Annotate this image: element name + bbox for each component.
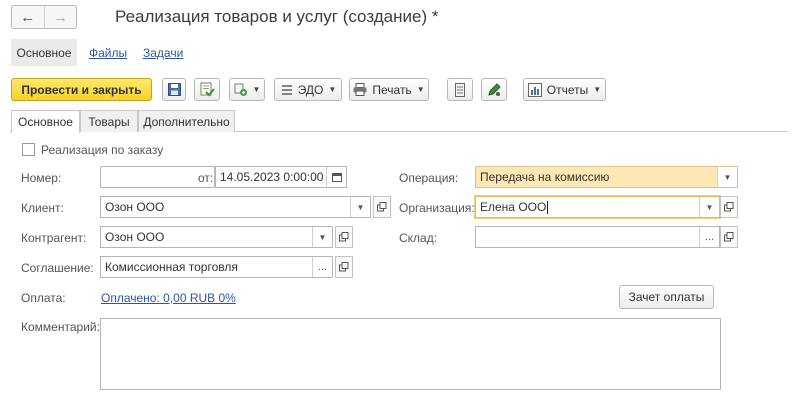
create-based-on-icon bbox=[234, 83, 247, 96]
text-cursor bbox=[547, 200, 549, 214]
operation-label: Операция: bbox=[399, 171, 459, 185]
warehouse-label: Склад: bbox=[399, 231, 438, 245]
payment-offset-button[interactable]: Зачет оплаты bbox=[619, 285, 714, 309]
printer-icon bbox=[353, 83, 367, 96]
open-window-icon bbox=[724, 202, 734, 212]
navigation-buttons: ← → bbox=[11, 5, 77, 29]
post-and-close-button[interactable]: Провести и закрыть bbox=[11, 78, 152, 101]
comment-textarea[interactable] bbox=[100, 318, 721, 390]
panel-tab-files[interactable]: Файлы bbox=[89, 39, 127, 66]
panel-tab-main[interactable]: Основное bbox=[11, 39, 77, 66]
chevron-down-icon: ▼ bbox=[593, 85, 602, 94]
agreement-field[interactable]: Комиссионная торговля ... bbox=[100, 256, 333, 278]
back-arrow-icon[interactable]: ← bbox=[12, 6, 44, 28]
chevron-down-icon: ▼ bbox=[416, 85, 425, 94]
client-open-button[interactable] bbox=[373, 196, 391, 218]
post-document-icon bbox=[200, 82, 215, 97]
chevron-down-icon[interactable]: ▼ bbox=[699, 197, 719, 217]
open-window-icon bbox=[724, 232, 734, 242]
open-window-icon bbox=[377, 202, 387, 212]
tab-additional[interactable]: Дополнительно bbox=[138, 110, 235, 132]
tab-main[interactable]: Основное bbox=[11, 110, 80, 133]
window-title: Реализация товаров и услуг (создание) * bbox=[115, 7, 439, 26]
reports-button[interactable]: Отчеты ▼ bbox=[523, 78, 606, 101]
tasks-link[interactable]: Задачи bbox=[143, 46, 183, 60]
calendar-icon[interactable] bbox=[326, 167, 346, 187]
chevron-down-icon: ▼ bbox=[252, 85, 261, 94]
edo-button[interactable]: ЭДО ▼ bbox=[274, 78, 342, 101]
chevron-down-icon[interactable]: ▼ bbox=[312, 227, 332, 247]
number-label: Номер: bbox=[21, 171, 62, 185]
date-field[interactable]: 14.05.2023 0:00:00 bbox=[215, 166, 347, 188]
warehouse-open-button[interactable] bbox=[720, 226, 738, 248]
date-value: 14.05.2023 0:00:00 bbox=[220, 170, 324, 184]
agreement-label: Соглашение: bbox=[21, 261, 94, 275]
edo-icon bbox=[281, 84, 292, 95]
chevron-down-icon[interactable]: ▼ bbox=[350, 197, 370, 217]
client-value: Озон ООО bbox=[105, 200, 165, 214]
payment-link[interactable]: Оплачено: 0,00 RUB 0% bbox=[101, 291, 236, 305]
reports-icon bbox=[527, 82, 542, 97]
date-label: от: bbox=[198, 171, 214, 185]
warehouse-field[interactable]: ... bbox=[475, 226, 720, 248]
payment-label: Оплата: bbox=[21, 291, 66, 305]
operation-field[interactable]: Передача на комиссию ▼ bbox=[475, 166, 738, 188]
journal-icon bbox=[455, 82, 465, 97]
panel-tab-tasks[interactable]: Задачи bbox=[143, 39, 183, 66]
agreement-value: Комиссионная торговля bbox=[105, 260, 238, 274]
comment-label: Комментарий: bbox=[21, 320, 100, 334]
organization-label: Организация: bbox=[399, 201, 475, 215]
by-order-label: Реализация по заказу bbox=[41, 143, 164, 157]
journal-button[interactable] bbox=[447, 78, 473, 101]
chevron-down-icon[interactable]: ▼ bbox=[717, 167, 737, 187]
select-button[interactable]: ... bbox=[699, 227, 719, 247]
reports-label: Отчеты bbox=[546, 82, 589, 97]
print-button[interactable]: Печать ▼ bbox=[349, 78, 429, 101]
open-window-icon bbox=[339, 232, 349, 242]
counterparty-value: Озон ООО bbox=[105, 230, 165, 244]
organization-value: Елена ООО bbox=[480, 200, 547, 214]
edo-label: ЭДО bbox=[297, 82, 324, 97]
counterparty-label: Контрагент: bbox=[21, 231, 87, 245]
client-field[interactable]: Озон ООО ▼ bbox=[100, 196, 371, 218]
organization-field[interactable]: Елена ООО ▼ bbox=[475, 196, 720, 218]
agreement-open-button[interactable] bbox=[335, 256, 353, 278]
pencil-icon bbox=[487, 83, 501, 96]
by-order-checkbox[interactable] bbox=[22, 143, 35, 156]
files-link[interactable]: Файлы bbox=[89, 46, 127, 60]
client-label: Клиент: bbox=[21, 201, 64, 215]
counterparty-open-button[interactable] bbox=[335, 226, 353, 248]
edit-button[interactable] bbox=[481, 78, 507, 101]
print-label: Печать bbox=[372, 82, 412, 97]
save-button[interactable] bbox=[162, 78, 186, 101]
tab-goods[interactable]: Товары bbox=[80, 110, 138, 132]
create-based-on-button[interactable]: ▼ bbox=[229, 78, 265, 101]
forward-arrow-icon[interactable]: → bbox=[43, 6, 77, 28]
floppy-disk-icon bbox=[167, 83, 181, 96]
organization-open-button[interactable] bbox=[720, 196, 738, 218]
post-button[interactable] bbox=[194, 78, 220, 101]
operation-value: Передача на комиссию bbox=[480, 170, 610, 184]
select-button[interactable]: ... bbox=[312, 257, 332, 277]
counterparty-field[interactable]: Озон ООО ▼ bbox=[100, 226, 333, 248]
open-window-icon bbox=[339, 262, 349, 272]
chevron-down-icon: ▼ bbox=[328, 85, 337, 94]
